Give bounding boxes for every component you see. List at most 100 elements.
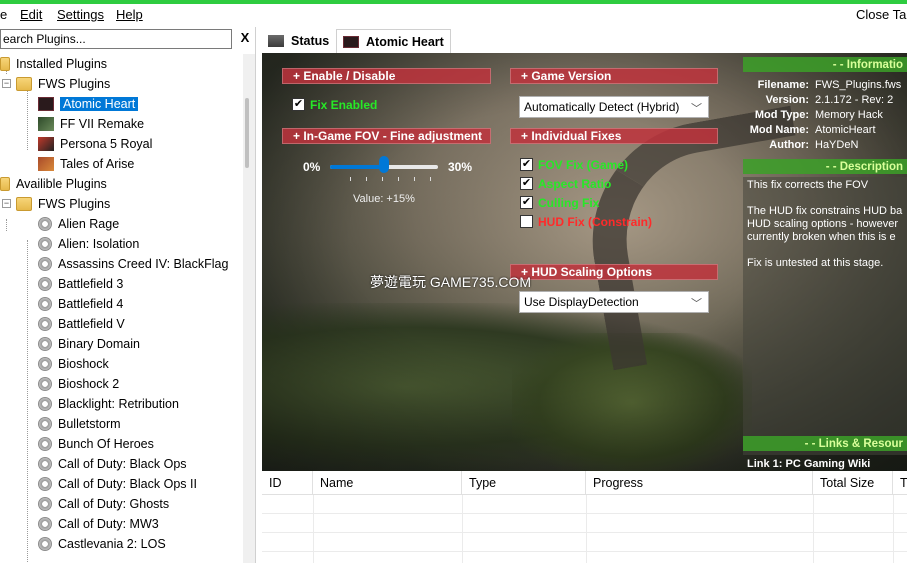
tree-label: Atomic Heart: [60, 96, 139, 111]
info-key: Filename:: [757, 79, 809, 91]
collapse-icon[interactable]: −: [2, 79, 11, 88]
slider-tick: [350, 177, 351, 181]
tree-label: Call of Duty: MW3: [58, 516, 159, 531]
tree-connector: [27, 240, 28, 563]
tree-item-tales-of-arise[interactable]: Tales of Arise: [38, 154, 134, 173]
tree-label: FF VII Remake: [60, 116, 145, 131]
close-tab-button[interactable]: Close Ta: [856, 7, 906, 22]
tree-item[interactable]: Alien: Isolation: [38, 234, 139, 253]
folder-icon: [16, 76, 32, 91]
search-clear-button[interactable]: X: [236, 30, 254, 48]
persona5-icon: [38, 136, 54, 151]
plugin-gear-icon: [38, 316, 52, 331]
tree-item[interactable]: Alien Rage: [38, 214, 119, 233]
column-progress[interactable]: Progress: [586, 471, 813, 495]
collapse-icon[interactable]: −: [2, 199, 11, 208]
tree-node-installed-fws[interactable]: FWS Plugins: [16, 74, 110, 93]
link-pcgamingwiki[interactable]: Link 1: PC Gaming Wiki: [747, 458, 870, 470]
plugin-gear-icon: [38, 236, 52, 251]
tree-item[interactable]: Battlefield V: [38, 314, 125, 333]
game-version-select[interactable]: Automatically Detect (Hybrid) ﹀: [519, 96, 709, 118]
tree-label: Assassins Creed IV: BlackFlag: [58, 256, 229, 271]
watermark-text: 夢遊電玩 GAME735.COM: [370, 274, 532, 290]
column-id[interactable]: ID: [262, 471, 313, 495]
plugin-tree: Installed Plugins − FWS Plugins Atomic H…: [0, 54, 242, 563]
tree-node-installed[interactable]: Installed Plugins: [0, 54, 107, 73]
game-version-value: Automatically Detect (Hybrid): [524, 100, 680, 114]
fix-hud-checkbox[interactable]: [520, 215, 533, 228]
tab-label: Atomic Heart: [366, 34, 444, 49]
menu-edit[interactable]: Edit: [20, 7, 42, 22]
tree-item[interactable]: Assassins Creed IV: BlackFlag: [38, 254, 228, 273]
column-type[interactable]: Type: [462, 471, 586, 495]
tree-item[interactable]: Binary Domain: [38, 334, 140, 353]
hud-scaling-value: Use DisplayDetection: [524, 295, 639, 309]
hud-scaling-header[interactable]: + HUD Scaling Options: [510, 264, 718, 280]
tree-label: Call of Duty: Ghosts: [58, 496, 170, 511]
enable-disable-header[interactable]: + Enable / Disable: [282, 68, 491, 84]
tree-node-available-fws[interactable]: FWS Plugins: [16, 194, 110, 213]
tree-item[interactable]: Bioshock: [38, 354, 109, 373]
fix-culling-checkbox[interactable]: ✔: [520, 196, 533, 209]
info-value: FWS_Plugins.fws: [815, 79, 902, 91]
scrollbar-thumb[interactable]: [245, 98, 249, 168]
tree-label: Call of Duty: Black Ops: [58, 456, 187, 471]
tree-item[interactable]: Castlevania 2: LOS: [38, 534, 166, 553]
tree-label: Tales of Arise: [60, 156, 135, 171]
individual-fixes-header[interactable]: + Individual Fixes: [510, 128, 718, 144]
tree-node-available[interactable]: Availible Plugins: [0, 174, 107, 193]
tree-item-ff7-remake[interactable]: FF VII Remake: [38, 114, 144, 133]
tree-label: Installed Plugins: [16, 56, 108, 71]
fov-slider-thumb[interactable]: [379, 156, 389, 173]
slider-max-label: 30%: [448, 160, 473, 174]
fov-header[interactable]: + In-Game FOV - Fine adjustment: [282, 128, 491, 144]
tree-item[interactable]: Call of Duty: Black Ops II: [38, 474, 197, 493]
column-name[interactable]: Name: [313, 471, 462, 495]
grid-col-line: [893, 495, 894, 563]
tree-item[interactable]: Bioshock 2: [38, 374, 119, 393]
plugin-search-input[interactable]: earch Plugins...: [0, 29, 232, 49]
grid-row-line: [262, 513, 907, 514]
tree-label: Bunch Of Heroes: [58, 436, 154, 451]
column-time[interactable]: Ti: [893, 471, 907, 495]
tab-atomic-heart[interactable]: Atomic Heart: [336, 29, 451, 53]
tree-label: FWS Plugins: [38, 196, 111, 211]
tree-item-atomic-heart[interactable]: Atomic Heart: [38, 94, 139, 113]
plugin-sidebar: earch Plugins... X Installed Plugins − F…: [0, 27, 256, 563]
tree-item[interactable]: Battlefield 3: [38, 274, 123, 293]
download-grid: ID Name Type Progress Total Size Ti: [262, 471, 907, 563]
info-key: Author:: [769, 139, 809, 151]
info-key: Version:: [765, 94, 809, 106]
tree-label: FWS Plugins: [38, 76, 111, 91]
grid-row-line: [262, 551, 907, 552]
tree-label: Blacklight: Retribution: [58, 396, 179, 411]
plugin-gear-icon: [38, 216, 52, 231]
fix-fov-checkbox[interactable]: ✔: [520, 158, 533, 171]
tree-item-persona5[interactable]: Persona 5 Royal: [38, 134, 152, 153]
tree-item[interactable]: Battlefield 4: [38, 294, 123, 313]
fix-aspect-label: Aspect Ratio: [538, 177, 612, 191]
tab-status[interactable]: Status: [262, 29, 335, 53]
tree-scrollbar[interactable]: [243, 54, 255, 563]
tree-item[interactable]: Call of Duty: MW3: [38, 514, 159, 533]
column-total-size[interactable]: Total Size: [813, 471, 893, 495]
slider-value-label: Value: +15%: [353, 193, 415, 205]
tree-item[interactable]: Bulletstorm: [38, 414, 121, 433]
menu-help[interactable]: Help: [116, 7, 143, 22]
tree-item[interactable]: Call of Duty: Ghosts: [38, 494, 169, 513]
fix-enabled-checkbox[interactable]: ✔: [292, 98, 305, 111]
game-version-header[interactable]: + Game Version: [510, 68, 718, 84]
tree-item[interactable]: Blacklight: Retribution: [38, 394, 179, 413]
menu-settings[interactable]: Settings: [57, 7, 104, 22]
tree-item[interactable]: Call of Duty: Black Ops: [38, 454, 187, 473]
folder-icon: [16, 196, 32, 211]
links-header: - - Links & Resour: [743, 436, 907, 451]
fix-hud-label: HUD Fix (Constrain): [538, 215, 652, 229]
menu-help-label: Help: [116, 7, 143, 22]
fix-aspect-checkbox[interactable]: ✔: [520, 177, 533, 190]
menu-file[interactable]: e: [0, 7, 7, 22]
folder-icon: [0, 176, 10, 191]
hud-scaling-select[interactable]: Use DisplayDetection ﹀: [519, 291, 709, 313]
ff7-remake-icon: [38, 116, 54, 131]
tree-item[interactable]: Bunch Of Heroes: [38, 434, 154, 453]
